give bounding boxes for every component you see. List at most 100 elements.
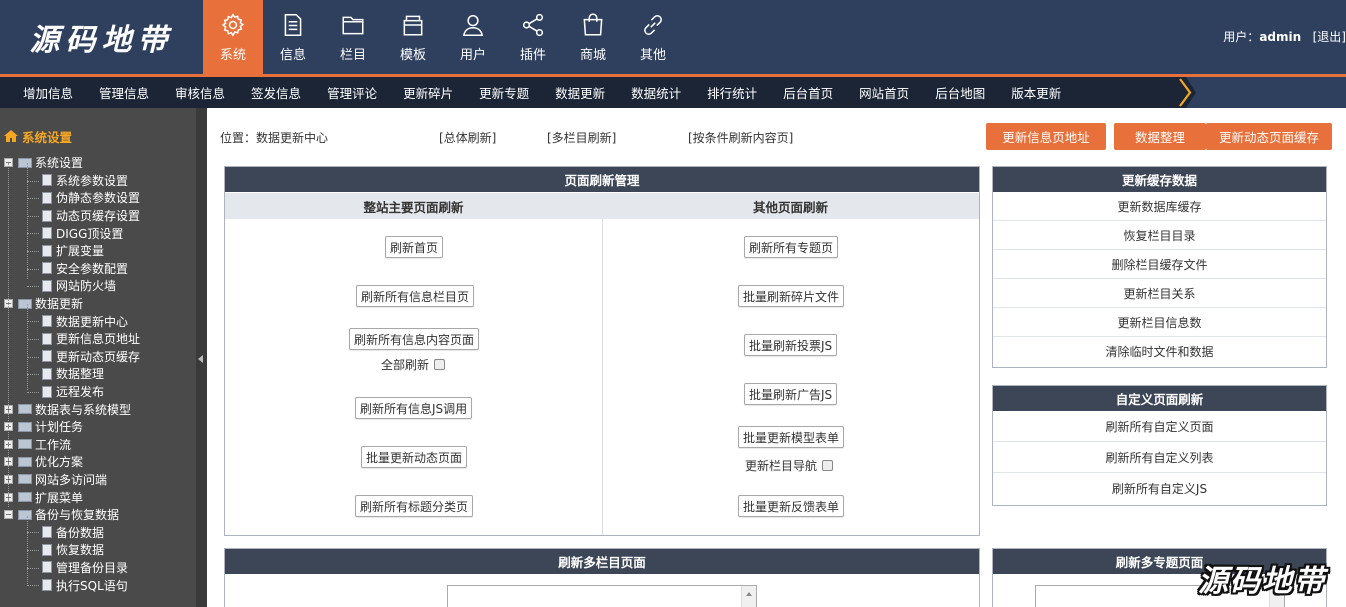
sidebar-item[interactable]: 数据整理: [0, 365, 196, 383]
nav-user[interactable]: 用户: [443, 0, 503, 74]
sidebar-group-backup-restore[interactable]: − 备份与恢复数据: [0, 506, 196, 524]
subnav-manage-comments[interactable]: 管理评论: [314, 83, 390, 102]
refresh-all-content-button[interactable]: 刷新所有信息内容页面: [349, 328, 480, 350]
page-icon: [42, 244, 52, 257]
document-icon: [284, 13, 302, 37]
folder-icon: [18, 456, 32, 467]
cache-item-temp[interactable]: 清除临时文件和数据: [993, 337, 1326, 366]
sidebar-group-data-update[interactable]: − 数据更新: [0, 295, 196, 313]
sidebar-group-extended-menu[interactable]: + 扩展菜单: [0, 488, 196, 506]
subnav-version-update[interactable]: 版本更新: [998, 83, 1074, 102]
cache-item-db[interactable]: 更新数据库缓存: [993, 192, 1326, 221]
sidebar-group-optimization[interactable]: + 优化方案: [0, 453, 196, 471]
page-icon: [42, 543, 52, 556]
nav-plugin[interactable]: 插件: [503, 0, 563, 74]
shopping-bag-icon: [583, 13, 603, 36]
link-full-refresh[interactable]: [总体刷新]: [439, 129, 496, 146]
batch-refresh-vote-js-button[interactable]: 批量刷新投票JS: [744, 334, 838, 356]
subnav-manage-info[interactable]: 管理信息: [86, 83, 162, 102]
subnav-site-home[interactable]: 网站首页: [846, 83, 922, 102]
collapse-icon[interactable]: −: [4, 510, 13, 520]
sidebar-title: 系统设置: [0, 128, 196, 145]
refresh-all-topics-button[interactable]: 刷新所有专题页: [744, 236, 839, 258]
nav-template[interactable]: 模板: [383, 0, 443, 74]
link-conditional-refresh[interactable]: [按条件刷新内容页]: [688, 129, 793, 146]
update-info-url-button[interactable]: 更新信息页地址: [986, 123, 1106, 150]
cache-list: 更新数据库缓存 恢复栏目目录 删除栏目缓存文件 更新栏目关系 更新栏目信息数 清…: [993, 192, 1326, 366]
sidebar-item[interactable]: 执行SQL语句: [0, 576, 196, 594]
home-icon: [4, 130, 18, 142]
multi-column-refresh-panel: 刷新多栏目页面: [224, 548, 980, 607]
page-icon: [42, 350, 52, 363]
sidebar-item[interactable]: 伪静态参数设置: [0, 189, 196, 207]
batch-update-dynamic-button[interactable]: 批量更新动态页面: [361, 446, 468, 468]
scrollbar[interactable]: [741, 586, 756, 607]
sidebar-item[interactable]: 系统参数设置: [0, 172, 196, 190]
sidebar-group-system-settings[interactable]: − 系统设置: [0, 154, 196, 172]
update-dynamic-cache-button[interactable]: 更新动态页面缓存: [1206, 123, 1332, 150]
panel-header: 页面刷新管理: [225, 167, 979, 192]
site-logo[interactable]: 源码地带: [0, 0, 203, 74]
sidebar-group-multi-access[interactable]: + 网站多访问端: [0, 471, 196, 489]
subnav-admin-home[interactable]: 后台首页: [770, 83, 846, 102]
sidebar-item[interactable]: 安全参数配置: [0, 260, 196, 278]
sidebar-item[interactable]: 更新动态页缓存: [0, 348, 196, 366]
refresh-all-js-button[interactable]: 刷新所有信息JS调用: [355, 397, 473, 419]
subnav-update-fragments[interactable]: 更新碎片: [390, 83, 466, 102]
sidebar-group-tables-models[interactable]: + 数据表与系统模型: [0, 400, 196, 418]
nav-column[interactable]: 栏目: [323, 0, 383, 74]
cache-item-counts[interactable]: 更新栏目信息数: [993, 308, 1326, 337]
sidebar-group-workflow[interactable]: + 工作流: [0, 436, 196, 454]
nav-label: 插件: [519, 48, 546, 63]
custom-item-lists[interactable]: 刷新所有自定义列表: [993, 442, 1326, 473]
nav-other[interactable]: 其他: [623, 0, 683, 74]
cache-item-delete-files[interactable]: 删除栏目缓存文件: [993, 250, 1326, 279]
custom-item-js[interactable]: 刷新所有自定义JS: [993, 473, 1326, 504]
sidebar-item[interactable]: 备份数据: [0, 523, 196, 541]
sidebar-item[interactable]: 动态页缓存设置: [0, 207, 196, 225]
subnav-update-topics[interactable]: 更新专题: [466, 83, 542, 102]
subnav-sign-info[interactable]: 签发信息: [238, 83, 314, 102]
subnav-data-stats[interactable]: 数据统计: [618, 83, 694, 102]
sidebar-item[interactable]: 网站防火墙: [0, 277, 196, 295]
page-icon: [42, 367, 52, 380]
subnav-ranking-stats[interactable]: 排行统计: [694, 83, 770, 102]
data-cleanup-button[interactable]: 数据整理: [1114, 123, 1206, 150]
nav-shop[interactable]: 商城: [563, 0, 623, 74]
batch-update-model-forms-button[interactable]: 批量更新模型表单: [738, 426, 845, 448]
folder-icon: [18, 421, 32, 432]
subnav-add-info[interactable]: 增加信息: [10, 83, 86, 102]
refresh-all-columns-button[interactable]: 刷新所有信息栏目页: [356, 285, 475, 307]
sidebar-group-scheduled-tasks[interactable]: + 计划任务: [0, 418, 196, 436]
update-column-nav-checkbox[interactable]: [822, 460, 834, 471]
cache-item-restore-dirs[interactable]: 恢复栏目目录: [993, 221, 1326, 250]
sidebar-item[interactable]: 恢复数据: [0, 541, 196, 559]
link-icon: [644, 15, 662, 35]
refresh-title-categories-button[interactable]: 刷新所有标题分类页: [355, 495, 474, 517]
sidebar-item[interactable]: 远程发布: [0, 383, 196, 401]
sidebar-item[interactable]: 扩展变量: [0, 242, 196, 260]
scroll-up-icon[interactable]: [746, 592, 752, 596]
refresh-home-button[interactable]: 刷新首页: [385, 236, 444, 258]
page-icon: [42, 579, 52, 592]
refresh-all-checkbox[interactable]: [434, 359, 446, 370]
nav-info[interactable]: 信息: [263, 0, 323, 74]
subnav-review-info[interactable]: 审核信息: [162, 83, 238, 102]
logout-link[interactable]: [退出]: [1313, 30, 1346, 44]
subnav-data-update[interactable]: 数据更新: [542, 83, 618, 102]
sidebar-item[interactable]: 更新信息页地址: [0, 330, 196, 348]
top-header: 源码地带 系统 信息 栏目 模板 用户 插件 商城 其他 用户：admin [退…: [0, 0, 1346, 74]
column-select-list[interactable]: [447, 585, 757, 607]
cache-item-relations[interactable]: 更新栏目关系: [993, 279, 1326, 308]
sidebar-item[interactable]: DIGG顶设置: [0, 224, 196, 242]
sidebar-item[interactable]: 数据更新中心: [0, 312, 196, 330]
sidebar-item[interactable]: 管理备份目录: [0, 559, 196, 577]
nav-system[interactable]: 系统: [203, 0, 263, 74]
batch-refresh-fragments-button[interactable]: 批量刷新碎片文件: [738, 285, 845, 307]
subnav-admin-map[interactable]: 后台地图: [922, 83, 998, 102]
custom-item-pages[interactable]: 刷新所有自定义页面: [993, 411, 1326, 442]
link-multi-column-refresh[interactable]: [多栏目刷新]: [547, 129, 616, 146]
batch-update-feedback-forms-button[interactable]: 批量更新反馈表单: [738, 495, 845, 517]
sidebar-collapse-handle[interactable]: [196, 108, 207, 607]
batch-refresh-ad-js-button[interactable]: 批量刷新广告JS: [744, 383, 838, 405]
